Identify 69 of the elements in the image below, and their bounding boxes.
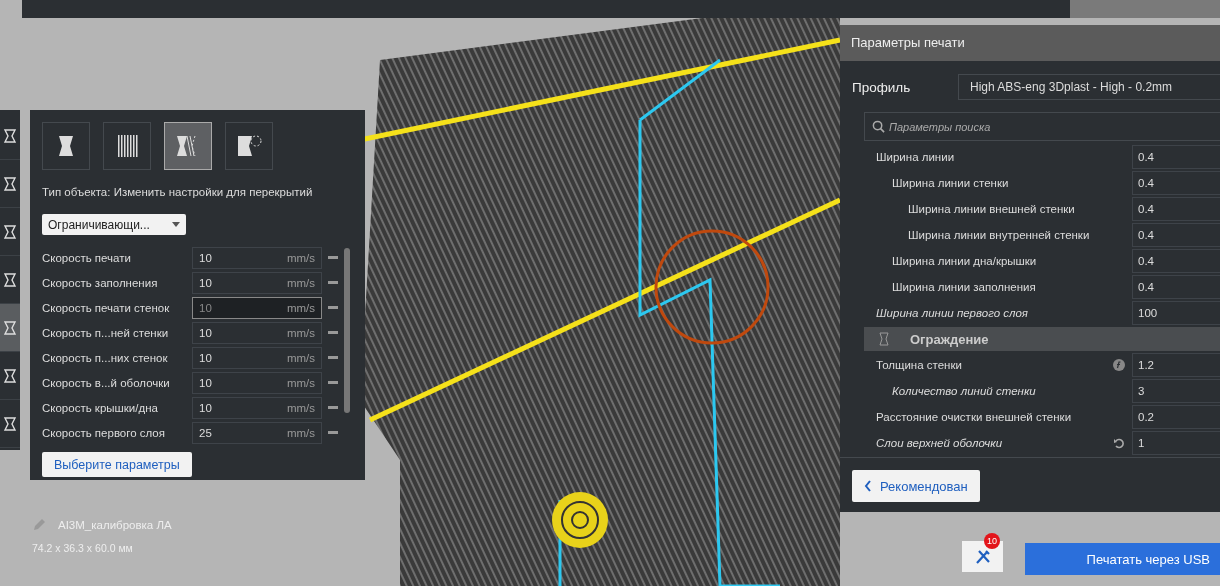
category-label: Ограждение (910, 331, 989, 347)
chevron-left-icon (864, 480, 872, 492)
setting-input-field[interactable]: 10 mm/s (192, 371, 322, 394)
shape-icon (3, 416, 17, 431)
setting-input-field[interactable]: 10 mm/s (192, 296, 322, 319)
tools-icon (974, 548, 991, 565)
category-icon (876, 331, 892, 347)
mesh-type-button[interactable] (42, 122, 90, 170)
mesh-type-button[interactable] (225, 122, 273, 170)
object-type-dropdown[interactable]: Ограничивающи... (42, 214, 186, 235)
setting-value-field[interactable]: 0.4 (1132, 171, 1220, 195)
category-header[interactable]: Ограждение (864, 327, 1220, 351)
setting-value-field[interactable]: 0.4 (1132, 197, 1220, 221)
setting-value-field[interactable]: 0.4 (1132, 275, 1220, 299)
setting-label: Скорость первого слоя (42, 426, 166, 439)
setting-label: Скорость печати стенок (42, 301, 171, 314)
setting-value-field[interactable]: 0.2 (1132, 405, 1220, 429)
setting-value-field[interactable]: 1.2 (1132, 353, 1220, 377)
setting-input-field[interactable]: 10 mm/s (192, 321, 322, 344)
setting-label: Ширина линии стенки (891, 177, 1010, 189)
shape-icon (3, 128, 17, 143)
setting-input-field[interactable]: 10 mm/s (192, 396, 322, 419)
setting-value-field[interactable]: 1 (1132, 431, 1220, 455)
setting-value-field[interactable]: 3 (1132, 379, 1220, 403)
object-type-label: Тип объекта: Изменить настройки для перекрытий (42, 186, 314, 198)
object-name: AI3M_калибровка ЛА (58, 519, 172, 531)
setting-label: Ширина линии (875, 151, 956, 163)
setting-value-field[interactable]: 100 (1132, 301, 1220, 325)
setting-value-field[interactable]: 0.4 (1132, 223, 1220, 247)
select-settings-button[interactable]: Выберите параметры (42, 452, 192, 477)
setting-label: Скорость печати (42, 251, 132, 264)
profile-label: Профиль (851, 79, 912, 95)
reset-icon[interactable] (1113, 437, 1125, 449)
setting-label: Скорость заполнения (42, 276, 159, 289)
setting-label: Скорость крышки/дна (42, 401, 159, 414)
setting-label: Ширина линии внешней стенки (907, 203, 1076, 215)
setting-label: Ширина линии заполнения (891, 281, 1037, 293)
setting-label: Скорость в...й оболочки (42, 376, 171, 389)
profile-dropdown[interactable]: High ABS-eng 3Dplast - High - 0.2mm (958, 74, 1220, 100)
mesh-type-button[interactable] (103, 122, 151, 170)
tool-button[interactable] (0, 304, 20, 352)
setting-value-field[interactable]: 0.4 (1132, 249, 1220, 273)
mesh-type-button[interactable] (164, 122, 212, 170)
setting-label: Скорость п...ней стенки (42, 326, 170, 339)
recommended-button[interactable]: Рекомендован (852, 470, 980, 502)
setting-input-field[interactable]: 10 mm/s (192, 271, 322, 294)
setting-input-field[interactable]: 10 mm/s (192, 346, 322, 369)
shape-icon (3, 272, 17, 287)
setting-label: Слои верхней оболочки (875, 437, 1004, 449)
shape-icon (3, 176, 17, 191)
shape-icon (3, 368, 17, 383)
scrollbar[interactable] (344, 248, 350, 413)
search-field[interactable]: Параметры поиска (864, 112, 1220, 141)
caret-icon (172, 222, 180, 227)
print-via-usb-button[interactable]: Печатать через USB (1025, 543, 1220, 575)
setting-label: Ширина линии внутренней стенки (907, 229, 1091, 241)
setting-label: Ширина линии первого слоя (875, 307, 1029, 319)
shape-icon (3, 320, 17, 335)
search-icon (872, 120, 885, 133)
setting-label: Расстояние очистки внешней стенки (875, 411, 1073, 423)
setting-input-field[interactable]: 10 mm/s (192, 246, 322, 269)
setting-label: Толщина стенки (875, 359, 963, 371)
setting-input-field[interactable]: 25 mm/s (192, 421, 322, 444)
setting-label: Ширина линии дна/крышки (891, 255, 1038, 267)
setting-label: Количество линий стенки (891, 385, 1037, 397)
setting-value-field[interactable]: 0.4 (1132, 145, 1220, 169)
setting-label: Скорость п...них стенок (42, 351, 169, 364)
panel-title: Параметры печати (840, 25, 1220, 61)
shape-icon (3, 224, 17, 239)
